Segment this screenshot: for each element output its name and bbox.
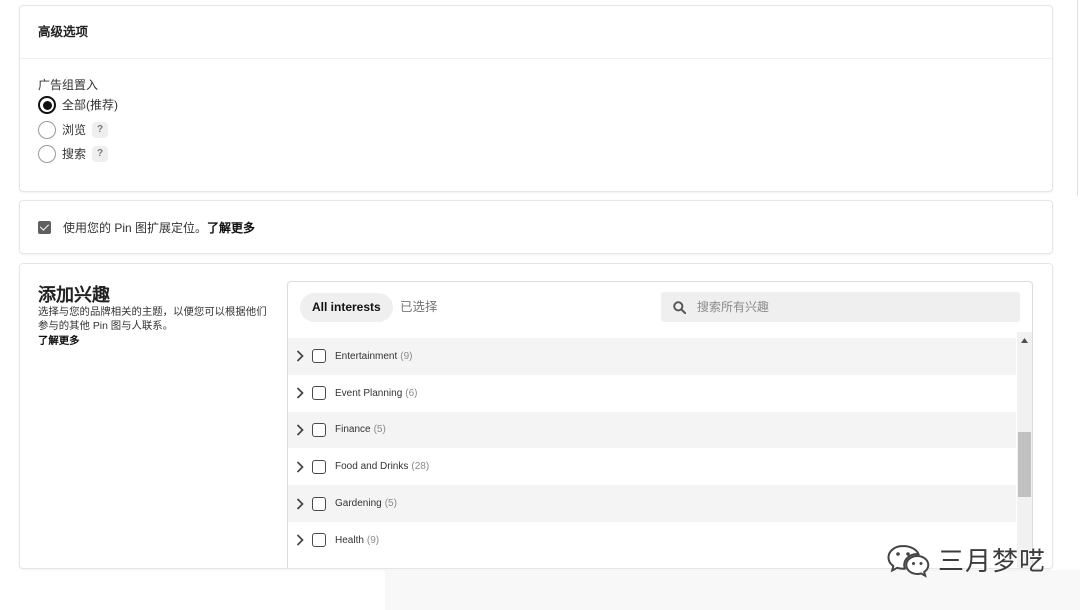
interest-list: Entertainment (9) Event Planning (6) Fin… [288, 338, 1016, 559]
help-icon[interactable]: ? [92, 121, 109, 138]
chevron-right-icon[interactable] [296, 350, 304, 362]
interest-row[interactable]: Event Planning (6) [288, 375, 1016, 412]
expanded-targeting-option[interactable]: 使用您的 Pin 图扩展定位。 了解更多 [38, 201, 255, 253]
radio-button[interactable] [38, 145, 56, 164]
interest-checkbox[interactable] [312, 422, 326, 437]
interests-panel: All interests 已选择 Entertainment (9) [287, 281, 1033, 568]
advanced-options-title: 高级选项 [38, 25, 89, 39]
interest-row[interactable]: Finance (5) [288, 411, 1016, 449]
learn-more-link[interactable]: 了解更多 [207, 219, 255, 236]
interests-description-line: 选择与您的品牌相关的主题，以便您可以根据他们 [38, 307, 267, 318]
advanced-options-header: 高级选项 [20, 6, 1052, 59]
scrollbar-thumb[interactable] [1018, 432, 1031, 497]
interest-checkbox[interactable] [312, 496, 326, 511]
help-icon[interactable]: ? [92, 146, 109, 163]
interest-search-box[interactable] [661, 292, 1020, 322]
placement-label: 广告组置入 [38, 78, 99, 92]
interest-list-scrollbar[interactable] [1017, 332, 1032, 568]
watermark: 三月梦呓 [886, 543, 1046, 579]
interest-count: (28) [411, 461, 430, 473]
radio-button[interactable] [38, 96, 56, 115]
watermark-text: 三月梦呓 [938, 546, 1047, 576]
learn-more-link[interactable]: 了解更多 [38, 335, 80, 349]
interest-checkbox[interactable] [312, 349, 326, 364]
search-icon [673, 300, 686, 314]
interest-count: (9) [400, 350, 413, 362]
scroll-up-arrow-icon[interactable] [1021, 338, 1028, 343]
placement-option-browse[interactable]: 浏览 ? [38, 118, 118, 143]
interest-count: (5) [373, 424, 386, 436]
radio-label: 搜索 [62, 147, 87, 162]
radio-label: 浏览 [62, 122, 87, 137]
wechat-icon [887, 544, 930, 578]
advanced-options-card: 高级选项 广告组置入 全部(推荐) 浏览 ? 搜索 ? [19, 5, 1053, 192]
expanded-targeting-label: 使用您的 Pin 图扩展定位。 [63, 220, 208, 235]
interest-name: Event Planning [335, 387, 403, 399]
tab-selected[interactable]: 已选择 [388, 293, 450, 322]
interest-checkbox[interactable] [312, 386, 326, 401]
interest-row[interactable]: Entertainment (9) [288, 338, 1016, 375]
tab-all-interests[interactable]: All interests [300, 293, 393, 322]
interests-card: 添加兴趣 选择与您的品牌相关的主题，以便您可以根据他们 参与的其他 Pin 图与… [19, 263, 1053, 569]
interest-name: Food and Drinks [335, 461, 409, 473]
placement-option-all[interactable]: 全部(推荐) [38, 93, 118, 118]
chevron-right-icon[interactable] [296, 424, 304, 436]
interest-name: Health [335, 534, 364, 546]
interest-count: (9) [366, 534, 380, 546]
chevron-right-icon[interactable] [296, 497, 304, 510]
interests-description: 选择与您的品牌相关的主题，以便您可以根据他们 参与的其他 Pin 图与人联系。 [38, 306, 267, 334]
interest-checkbox[interactable] [312, 533, 326, 548]
expanded-targeting-checkbox[interactable] [38, 220, 51, 234]
search-input[interactable] [697, 300, 1020, 314]
placement-option-search[interactable]: 搜索 ? [38, 142, 118, 167]
radio-button[interactable] [38, 120, 56, 139]
interest-count: (6) [405, 387, 418, 399]
radio-label: 全部(推荐) [62, 98, 118, 113]
interest-name: Gardening [335, 498, 382, 510]
interests-description-line: 参与的其他 Pin 图与人联系。 [38, 321, 174, 332]
interest-row[interactable]: Gardening (5) [288, 485, 1016, 522]
interests-title: 添加兴趣 [38, 285, 110, 305]
expanded-targeting-card: 使用您的 Pin 图扩展定位。 了解更多 [19, 200, 1053, 254]
interest-row[interactable]: Food and Drinks (28) [288, 448, 1016, 485]
interest-name: Finance [335, 424, 371, 436]
placement-radio-group: 全部(推荐) 浏览 ? 搜索 ? [38, 93, 118, 167]
chevron-right-icon[interactable] [296, 461, 304, 473]
chevron-right-icon[interactable] [296, 387, 304, 399]
interest-checkbox[interactable] [312, 459, 326, 474]
chevron-right-icon[interactable] [296, 534, 304, 546]
side-panel-edge [1077, 0, 1078, 196]
interest-count: (5) [384, 498, 397, 510]
interest-name: Entertainment [335, 350, 398, 362]
